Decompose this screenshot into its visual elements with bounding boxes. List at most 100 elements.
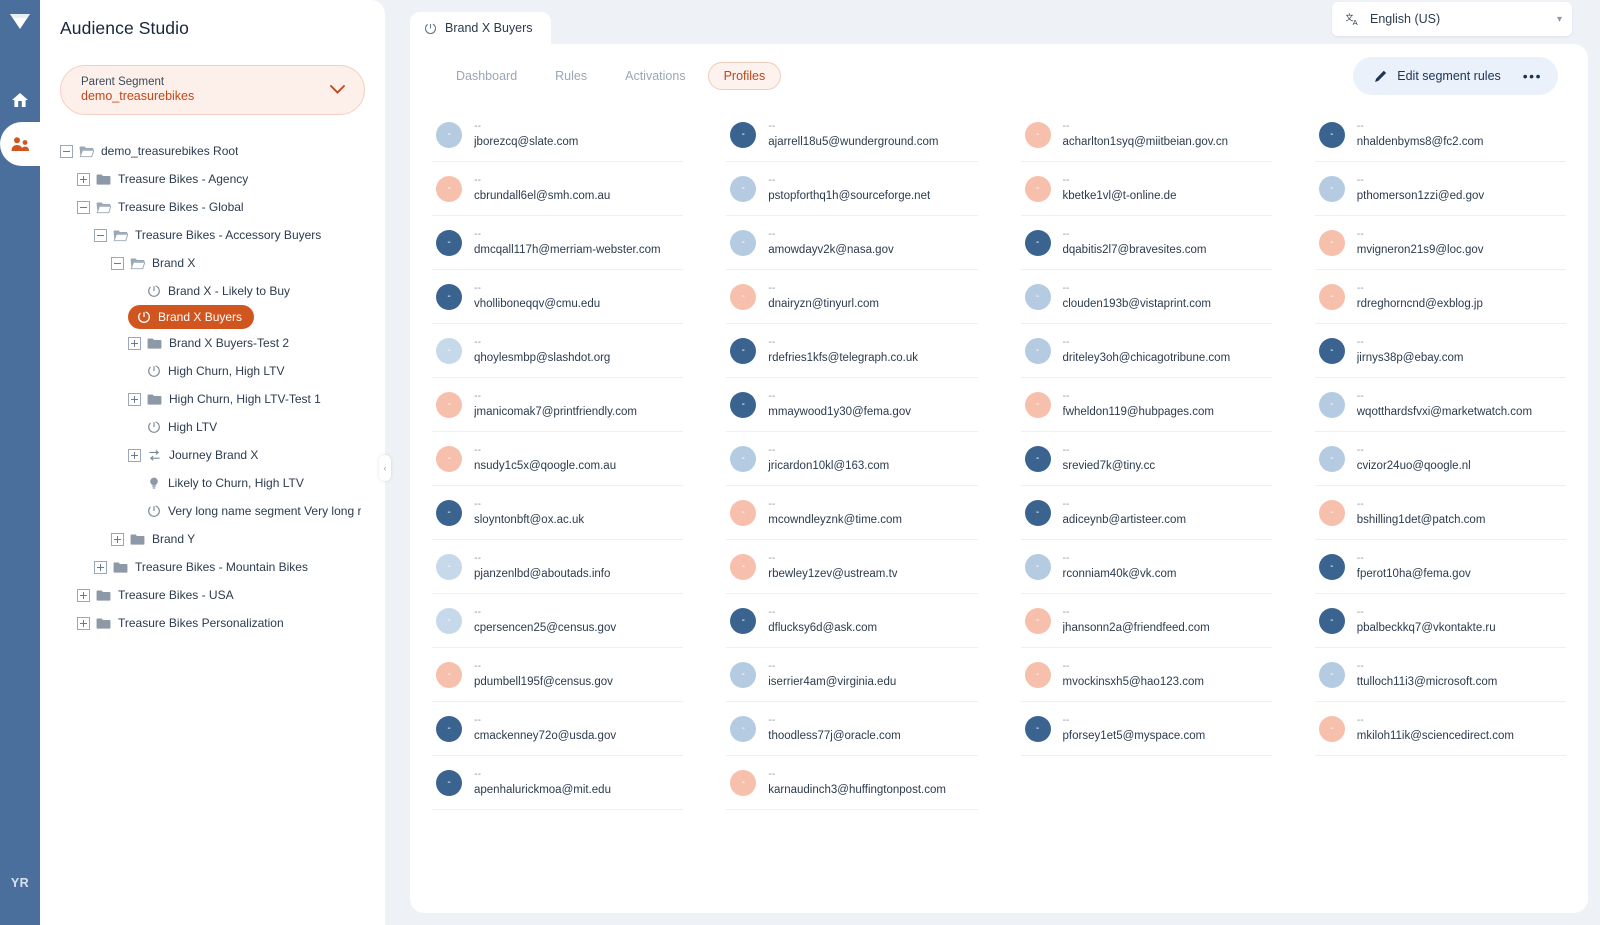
- collapse-icon[interactable]: [77, 200, 90, 214]
- profile-row[interactable]: - -- jborezcq@slate.com: [432, 108, 684, 162]
- profile-row[interactable]: - -- rbewley1zev@ustream.tv: [726, 540, 978, 594]
- edit-segment-rules-button[interactable]: Edit segment rules •••: [1353, 57, 1558, 95]
- profile-row[interactable]: - -- amowdayv2k@nasa.gov: [726, 216, 978, 270]
- profile-row[interactable]: - -- fperot10ha@fema.gov: [1314, 540, 1566, 594]
- profile-row[interactable]: - -- jhansonn2a@friendfeed.com: [1020, 594, 1272, 648]
- expand-icon[interactable]: [77, 588, 90, 602]
- profile-row[interactable]: - -- pdumbell195f@census.gov: [432, 648, 684, 702]
- profile-row[interactable]: - -- clouden193b@vistaprint.com: [1020, 270, 1272, 324]
- profile-name: --: [768, 767, 776, 780]
- tab-dashboard[interactable]: Dashboard: [440, 62, 533, 90]
- tree-item-treasure-bikes-global[interactable]: Treasure Bikes - Global: [77, 193, 385, 221]
- profile-row[interactable]: - -- cmackenney72o@usda.gov: [432, 702, 684, 756]
- profile-row[interactable]: - -- dqabitis2l7@bravesites.com: [1020, 216, 1272, 270]
- profile-row[interactable]: - -- qhoylesmbp@slashdot.org: [432, 324, 684, 378]
- tree-item-high-ltv[interactable]: High LTV: [128, 413, 385, 441]
- tree-item-high-churn-high-ltv[interactable]: High Churn, High LTV: [128, 357, 385, 385]
- profile-row[interactable]: - -- mvockinsxh5@hao123.com: [1020, 648, 1272, 702]
- tab-activations[interactable]: Activations: [609, 62, 701, 90]
- segment-icon: [147, 284, 161, 298]
- user-avatar-initials[interactable]: YR: [0, 876, 40, 890]
- profile-row[interactable]: - -- cpersencen25@census.gov: [432, 594, 684, 648]
- tree-item-treasure-bikes-accessory-buyers[interactable]: Treasure Bikes - Accessory Buyers: [94, 221, 385, 249]
- tab-brand-x-buyers[interactable]: Brand X Buyers: [410, 12, 551, 44]
- profile-row[interactable]: - -- srevied7k@tiny.cc: [1020, 432, 1272, 486]
- profile-row[interactable]: - -- wqotthardsfvxi@marketwatch.com: [1314, 378, 1566, 432]
- profile-row[interactable]: - -- karnaudinch3@huffingtonpost.com: [726, 756, 978, 810]
- profile-row[interactable]: - -- dmcqall117h@merriam-webster.com: [432, 216, 684, 270]
- profile-row[interactable]: - -- pjanzenlbd@aboutads.info: [432, 540, 684, 594]
- expand-icon[interactable]: [77, 616, 90, 630]
- profile-row[interactable]: - -- apenhalurickmoa@mit.edu: [432, 756, 684, 810]
- profile-row[interactable]: - -- dflucksy6d@ask.com: [726, 594, 978, 648]
- tree-item-high-churn-high-ltv-test-1[interactable]: High Churn, High LTV-Test 1: [128, 385, 385, 413]
- tab-rules[interactable]: Rules: [539, 62, 603, 90]
- rail-item-audience-studio[interactable]: [0, 110, 40, 178]
- profile-row[interactable]: - -- fwheldon119@hubpages.com: [1020, 378, 1272, 432]
- profile-row[interactable]: - -- pstopforthq1h@sourceforge.net: [726, 162, 978, 216]
- profile-row[interactable]: - -- ttulloch11i3@microsoft.com: [1314, 648, 1566, 702]
- tree-item-brand-x-buyers[interactable]: Brand X Buyers: [128, 305, 255, 329]
- expand-icon[interactable]: [111, 532, 124, 546]
- collapse-icon[interactable]: [111, 256, 124, 270]
- expand-icon[interactable]: [94, 560, 107, 574]
- language-select[interactable]: 文A English (US) ▾: [1332, 2, 1572, 36]
- tree-item-likely-to-churn-high-ltv[interactable]: Likely to Churn, High LTV: [128, 469, 385, 497]
- parent-segment-selector[interactable]: Parent Segment demo_treasurebikes: [60, 65, 365, 115]
- profile-name: --: [474, 659, 481, 672]
- expand-icon[interactable]: [128, 336, 141, 350]
- expand-icon[interactable]: [128, 448, 141, 462]
- profile-row[interactable]: - -- jirnys38p@ebay.com: [1314, 324, 1566, 378]
- tree-item-treasure-bikes-personalization[interactable]: Treasure Bikes Personalization: [77, 609, 385, 637]
- profile-row[interactable]: - -- pthomerson1zzi@ed.gov: [1314, 162, 1566, 216]
- profile-row[interactable]: - -- vholliboneqqv@cmu.edu: [432, 270, 684, 324]
- profile-row[interactable]: - -- rdefries1kfs@telegraph.co.uk: [726, 324, 978, 378]
- profile-row[interactable]: - -- rconniam40k@vk.com: [1020, 540, 1272, 594]
- profile-row[interactable]: - -- nsudy1c5x@qoogle.com.au: [432, 432, 684, 486]
- profile-row[interactable]: - -- iserrier4am@virginia.edu: [726, 648, 978, 702]
- tree-item-journey-brand-x[interactable]: Journey Brand X: [128, 441, 385, 469]
- tree-item-very-long-name-segment-very-long-r[interactable]: Very long name segment Very long r: [128, 497, 385, 525]
- profile-email: ttulloch11i3@microsoft.com: [1356, 675, 1498, 688]
- tree-item-brand-x-likely-to-buy[interactable]: Brand X - Likely to Buy: [128, 277, 385, 305]
- profile-row[interactable]: - -- acharlton1syq@miitbeian.gov.cn: [1020, 108, 1272, 162]
- profile-row[interactable]: - -- mkiloh11ik@sciencedirect.com: [1314, 702, 1566, 756]
- profile-row[interactable]: - -- ajarrell18u5@wunderground.com: [726, 108, 978, 162]
- profile-row[interactable]: - -- mmaywood1y30@fema.gov: [726, 378, 978, 432]
- profile-row[interactable]: - -- cbrundall6el@smh.com.au: [432, 162, 684, 216]
- profile-row[interactable]: - -- pforsey1et5@myspace.com: [1020, 702, 1272, 756]
- tree-item-brand-y[interactable]: Brand Y: [111, 525, 385, 553]
- collapse-icon[interactable]: [94, 228, 107, 242]
- profile-row[interactable]: - -- sloyntonbft@ox.ac.uk: [432, 486, 684, 540]
- tree-item-brand-x-buyers-test-2[interactable]: Brand X Buyers-Test 2: [128, 329, 385, 357]
- profile-row[interactable]: - -- kbetke1vl@t-online.de: [1020, 162, 1272, 216]
- tree-item-demo-treasurebikes-root[interactable]: demo_treasurebikes Root: [60, 137, 385, 165]
- avatar: -: [1318, 445, 1345, 472]
- profile-row[interactable]: - -- jricardon10kl@163.com: [726, 432, 978, 486]
- tree-item-brand-x[interactable]: Brand X: [111, 249, 385, 277]
- profile-row[interactable]: - -- jmanicomak7@printfriendly.com: [432, 378, 684, 432]
- profile-row[interactable]: - -- pbalbeckkq7@vkontakte.ru: [1314, 594, 1566, 648]
- expand-icon[interactable]: [77, 172, 90, 186]
- collapse-icon[interactable]: [60, 144, 73, 158]
- profile-row[interactable]: - -- cvizor24uo@qoogle.nl: [1314, 432, 1566, 486]
- tree-item-treasure-bikes-mountain-bikes[interactable]: Treasure Bikes - Mountain Bikes: [94, 553, 385, 581]
- tree-item-treasure-bikes-usa[interactable]: Treasure Bikes - USA: [77, 581, 385, 609]
- tree-item-treasure-bikes-agency[interactable]: Treasure Bikes - Agency: [77, 165, 385, 193]
- profile-row[interactable]: - -- mvigneron21s9@loc.gov: [1314, 216, 1566, 270]
- tab-profiles[interactable]: Profiles: [707, 62, 782, 90]
- profile-email: mvockinsxh5@hao123.com: [1062, 675, 1204, 688]
- profile-row[interactable]: - -- bshilling1det@patch.com: [1314, 486, 1566, 540]
- profile-row[interactable]: - -- nhaldenbyms8@fc2.com: [1314, 108, 1566, 162]
- ellipsis-icon[interactable]: •••: [1523, 68, 1542, 84]
- profile-row[interactable]: - -- thoodless77j@oracle.com: [726, 702, 978, 756]
- profile-row[interactable]: - -- adiceynb@artisteer.com: [1020, 486, 1272, 540]
- expand-icon[interactable]: [128, 392, 141, 406]
- language-value: English (US): [1370, 12, 1441, 26]
- profile-email: fwheldon119@hubpages.com: [1062, 405, 1214, 418]
- profile-row[interactable]: - -- mcowndleyznk@time.com: [726, 486, 978, 540]
- profile-row[interactable]: - -- dnairyzn@tinyurl.com: [726, 270, 978, 324]
- profile-name: --: [474, 605, 481, 618]
- profile-row[interactable]: - -- rdreghorncnd@exblog.jp: [1314, 270, 1566, 324]
- profile-row[interactable]: - -- driteley3oh@chicagotribune.com: [1020, 324, 1272, 378]
